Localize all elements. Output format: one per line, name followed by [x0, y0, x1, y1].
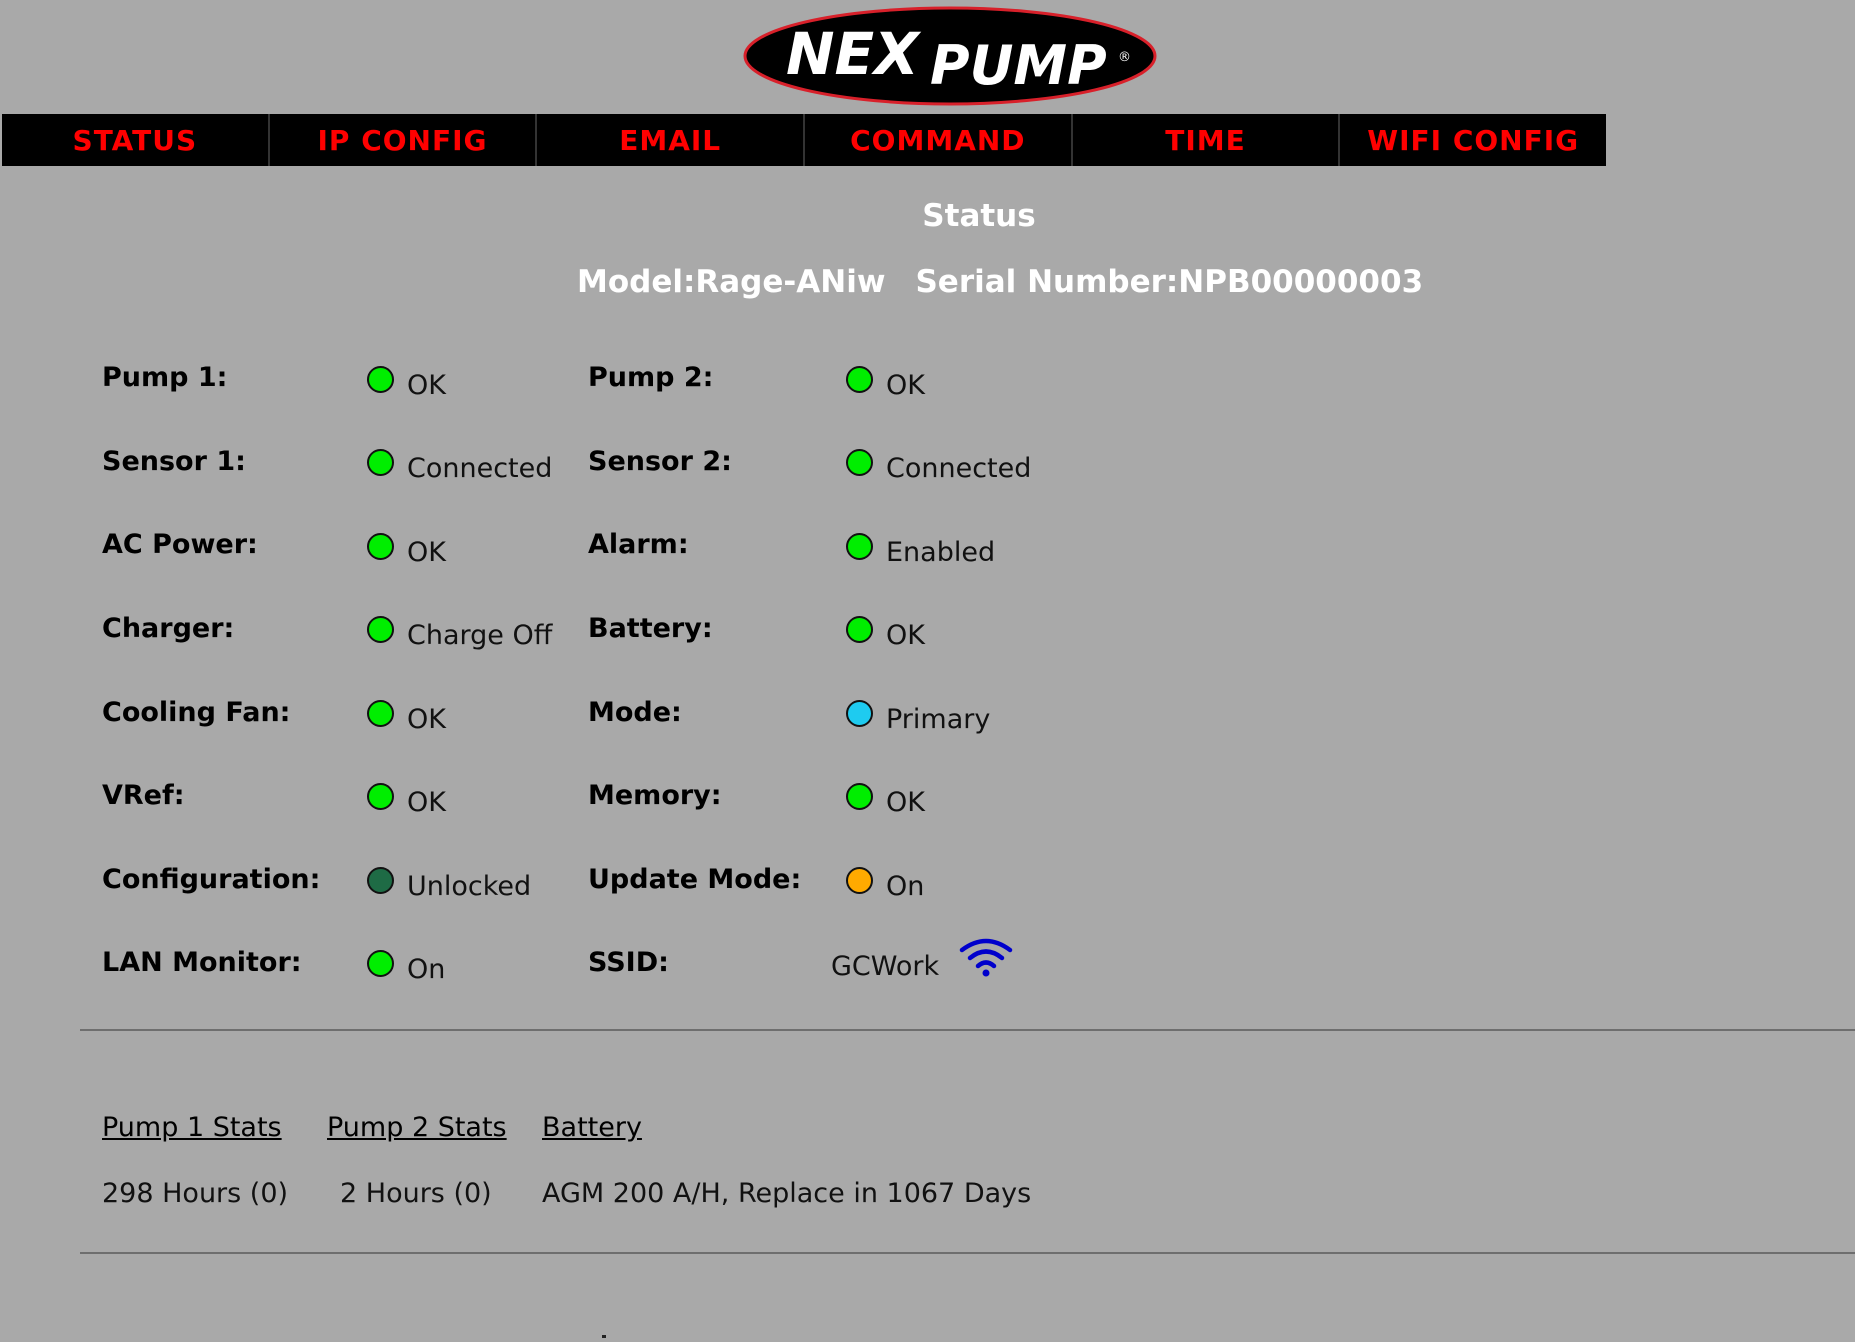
update-mode-label: Update Mode: [588, 864, 802, 895]
pump2-stats-link[interactable]: Pump 2 Stats [327, 1112, 507, 1143]
charger-status-value: Charge Off [407, 620, 553, 651]
pump2-label: Pump 2: [588, 362, 714, 393]
pump1-stats-link[interactable]: Pump 1 Stats [102, 1112, 282, 1143]
battery-label: Battery: [588, 613, 713, 644]
cursor-mark [602, 1335, 606, 1338]
nav-time[interactable]: TIME [1073, 114, 1341, 166]
page-title: Status [922, 198, 1036, 234]
memory-label: Memory: [588, 780, 722, 811]
memory-status-indicator [846, 783, 873, 810]
sensor2-status-indicator [846, 449, 873, 476]
cooling-fan-status-indicator [367, 700, 394, 727]
ac-power-status-value: OK [407, 537, 446, 568]
wifi-icon [958, 936, 1014, 978]
alarm-status-indicator [846, 533, 873, 560]
model-text: Model:Rage-ANiw [577, 264, 886, 300]
nav-ip-config[interactable]: IP CONFIG [270, 114, 538, 166]
sensor1-status-value: Connected [407, 453, 553, 484]
nav-email[interactable]: EMAIL [537, 114, 806, 166]
cooling-fan-status-value: OK [407, 704, 446, 735]
battery-stats-link[interactable]: Battery [542, 1112, 642, 1143]
mode-label: Mode: [588, 697, 682, 728]
battery-status-value: OK [886, 620, 925, 651]
battery-status-indicator [846, 616, 873, 643]
cooling-fan-label: Cooling Fan: [102, 697, 291, 728]
sensor1-label: Sensor 1: [102, 446, 246, 477]
vref-status-indicator [367, 783, 394, 810]
pump2-status-indicator [846, 366, 873, 393]
pump2-status-value: OK [886, 370, 925, 401]
pump1-label: Pump 1: [102, 362, 228, 393]
configuration-status-indicator [367, 867, 394, 894]
update-mode-status-indicator [846, 867, 873, 894]
nav-status[interactable]: STATUS [2, 114, 270, 166]
alarm-label: Alarm: [588, 529, 689, 560]
vref-label: VRef: [102, 780, 185, 811]
charger-label: Charger: [102, 613, 235, 644]
lan-monitor-label: LAN Monitor: [102, 947, 302, 978]
sensor2-status-value: Connected [886, 453, 1032, 484]
sensor1-status-indicator [367, 449, 394, 476]
vref-status-value: OK [407, 787, 446, 818]
device-info: Model:Rage-ANiw Serial Number:NPB00000003 [577, 264, 1423, 300]
configuration-status-value: Unlocked [407, 871, 532, 902]
configuration-label: Configuration: [102, 864, 321, 895]
main-nav: STATUS IP CONFIG EMAIL COMMAND TIME WIFI… [2, 114, 1606, 166]
svg-text:®: ® [1118, 50, 1131, 65]
divider-bottom [80, 1252, 1855, 1254]
divider-top [80, 1029, 1855, 1031]
battery-info: AGM 200 A/H, Replace in 1067 Days [542, 1178, 1032, 1209]
pump2-hours: 2 Hours (0) [340, 1178, 492, 1209]
memory-status-value: OK [886, 787, 925, 818]
ac-power-label: AC Power: [102, 529, 258, 560]
ac-power-status-indicator [367, 533, 394, 560]
mode-status-indicator [846, 700, 873, 727]
sensor2-label: Sensor 2: [588, 446, 732, 477]
svg-text:NEX: NEX [786, 20, 922, 88]
nexpump-logo: NEX PUMP ® [742, 5, 1158, 107]
ssid-value: GCWork [831, 951, 940, 982]
charger-status-indicator [367, 616, 394, 643]
serial-number-text: Serial Number:NPB00000003 [915, 264, 1424, 300]
alarm-status-value: Enabled [886, 537, 996, 568]
lan-monitor-status-indicator [367, 950, 394, 977]
mode-status-value: Primary [886, 704, 991, 735]
svg-text:PUMP: PUMP [930, 34, 1107, 97]
nav-command[interactable]: COMMAND [805, 114, 1073, 166]
pump1-status-value: OK [407, 370, 446, 401]
pump1-hours: 298 Hours (0) [102, 1178, 289, 1209]
ssid-label: SSID: [588, 947, 669, 978]
update-mode-status-value: On [886, 871, 925, 902]
pump1-status-indicator [367, 366, 394, 393]
nav-wifi-config[interactable]: WIFI CONFIG [1340, 114, 1606, 166]
lan-monitor-status-value: On [407, 954, 446, 985]
